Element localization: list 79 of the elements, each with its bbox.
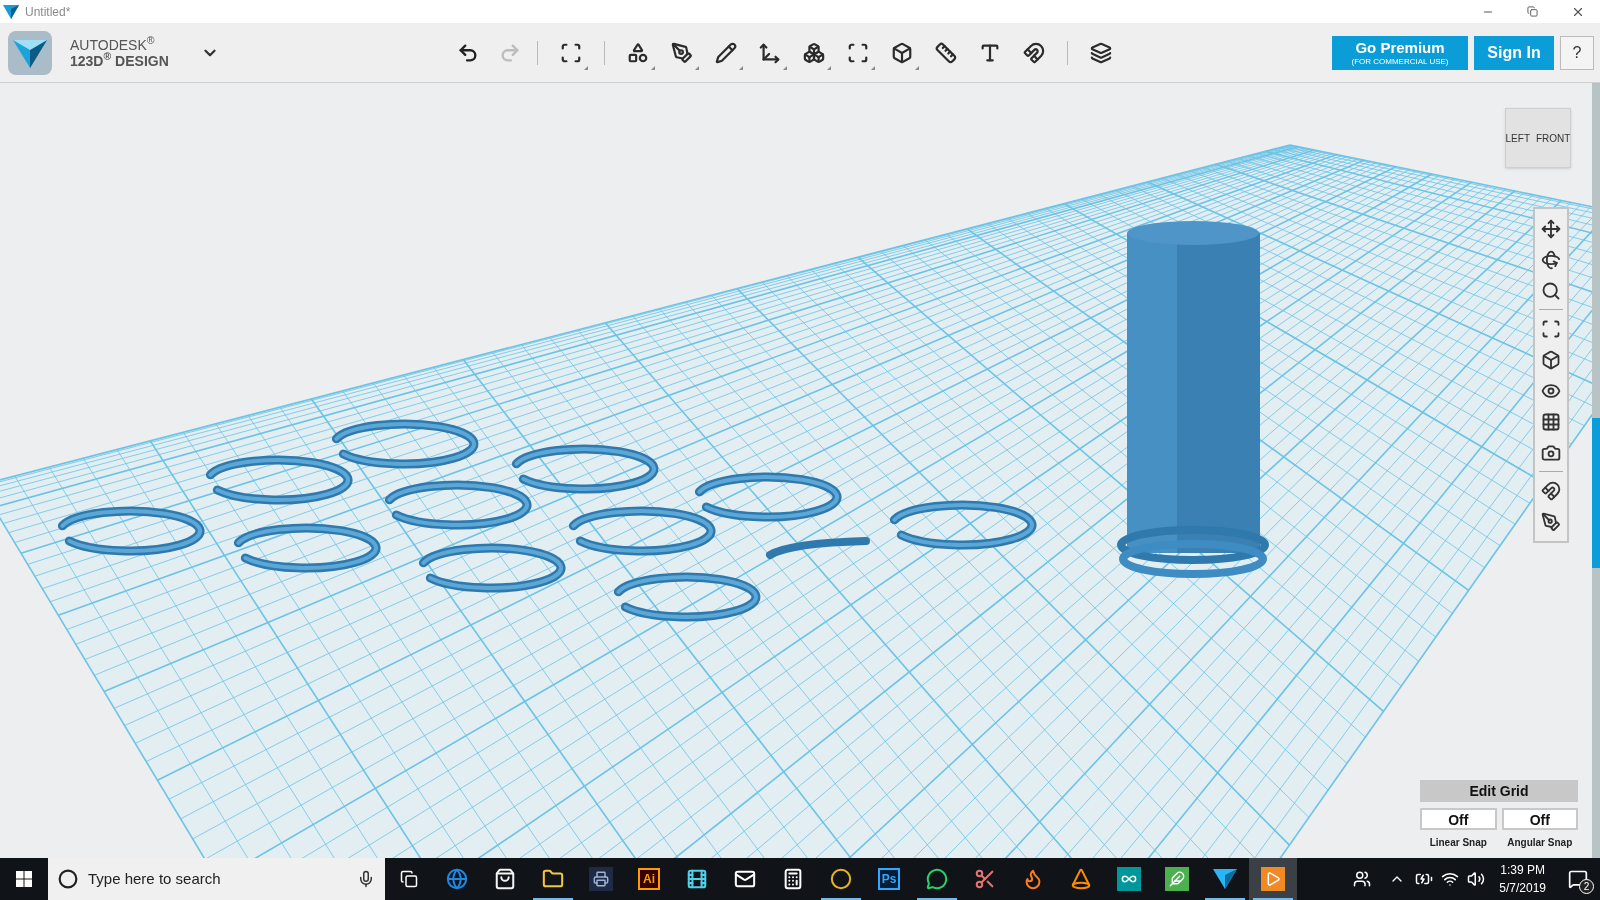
- wifi-icon: [1441, 870, 1460, 888]
- printer-icon: [589, 867, 613, 891]
- people-icon: [1353, 870, 1372, 888]
- feather-icon: [1165, 867, 1189, 891]
- orbit-icon: [1541, 249, 1561, 270]
- dropdown-corner-icon: [782, 65, 787, 70]
- view-cube[interactable]: LEFT FRONT: [1505, 108, 1571, 168]
- bracket-box-icon: [846, 41, 869, 64]
- fit-view-icon: [1541, 318, 1561, 339]
- dropdown-corner-icon: [650, 65, 655, 70]
- dropdown-corner-icon: [826, 65, 831, 70]
- dropdown-corner-icon: [694, 65, 699, 70]
- app-logo-icon: Ps: [878, 868, 900, 890]
- task-view-icon: [400, 870, 418, 888]
- camera-icon: [1541, 442, 1561, 463]
- windows-icon: [16, 871, 32, 887]
- window-title: Untitled*: [25, 3, 71, 21]
- move-axes-icon: [758, 41, 781, 64]
- pencil-icon: [714, 41, 737, 64]
- dropdown-corner-icon: [914, 65, 919, 70]
- dropdown-corner-icon: [870, 65, 875, 70]
- cube-face-label: LEFT: [1505, 131, 1530, 146]
- film-icon: [685, 867, 709, 891]
- notification-icon: [1568, 869, 1588, 889]
- triangle-logo-icon: [1213, 869, 1237, 889]
- snap-label: Angular Snap: [1507, 836, 1573, 850]
- restore-icon: [1527, 6, 1538, 17]
- clock-date: 5/7/2019: [1499, 880, 1546, 897]
- edit-grid-button[interactable]: Edit Grid: [1420, 780, 1578, 802]
- running-indicator: [1253, 898, 1293, 900]
- running-indicator: [533, 898, 573, 900]
- dropdown-corner-icon: [583, 65, 588, 70]
- grid-icon: [1541, 411, 1561, 432]
- magnet-icon: [1541, 480, 1561, 501]
- snap-value-button[interactable]: Off: [1420, 808, 1497, 830]
- cube-face-label: FRONT: [1536, 131, 1571, 146]
- zoom-icon: [1541, 280, 1561, 301]
- notifications-button[interactable]: 2: [1556, 858, 1600, 900]
- running-indicator: [821, 898, 861, 900]
- app-logo: [8, 30, 52, 75]
- snap-value-button[interactable]: Off: [1501, 808, 1578, 830]
- pen-icon: [670, 41, 693, 64]
- dropdown-corner-icon: [738, 65, 743, 70]
- microphone-icon: [357, 870, 375, 888]
- cube-icon: [890, 41, 913, 64]
- clock-time: 1:39 PM: [1500, 862, 1545, 879]
- snap-label: Linear Snap: [1429, 836, 1487, 850]
- chat-bubble-icon: [925, 867, 949, 891]
- taskbar-app-button[interactable]: [1249, 858, 1297, 900]
- taskbar-search-field[interactable]: Type here to search: [48, 858, 385, 900]
- running-indicator: [1205, 898, 1245, 900]
- play-icon: [1261, 867, 1285, 891]
- boxes-icon: [802, 41, 825, 64]
- layers-icon: [1089, 41, 1112, 64]
- app-logo-icon: [3, 4, 19, 19]
- shopping-bag-icon: [493, 867, 517, 891]
- magnet-icon: [1022, 41, 1045, 64]
- shapes-icon: [626, 41, 649, 64]
- product-name: 123D$^{®}$ DESIGN: [70, 52, 169, 69]
- search-input[interactable]: Type here to search: [88, 867, 357, 891]
- ruler-icon: [934, 41, 957, 64]
- taskbar-app-button[interactable]: Ps: [865, 858, 913, 900]
- app-logo-icon: Ai: [638, 868, 660, 890]
- taskbar-app-button[interactable]: Ai: [625, 858, 673, 900]
- pan-icon: [1541, 218, 1561, 239]
- cube-icon: [1541, 349, 1561, 370]
- premium-note: (FOR COMMERCIAL USE): [1351, 57, 1449, 66]
- cone-icon: [1069, 867, 1093, 891]
- pen-icon: [1541, 511, 1561, 532]
- search-circle-icon: [58, 869, 78, 889]
- brand-name: AUTODESK$^{®}$: [70, 36, 156, 53]
- running-indicator: [917, 898, 957, 900]
- circle-icon: [829, 867, 853, 891]
- help-button[interactable]: ?: [1560, 35, 1594, 70]
- scan-box-icon: [559, 41, 582, 64]
- infinity-icon: [1117, 867, 1141, 891]
- notification-count: 2: [1579, 879, 1594, 894]
- globe-icon: [445, 867, 469, 891]
- volume-icon: [1467, 870, 1486, 888]
